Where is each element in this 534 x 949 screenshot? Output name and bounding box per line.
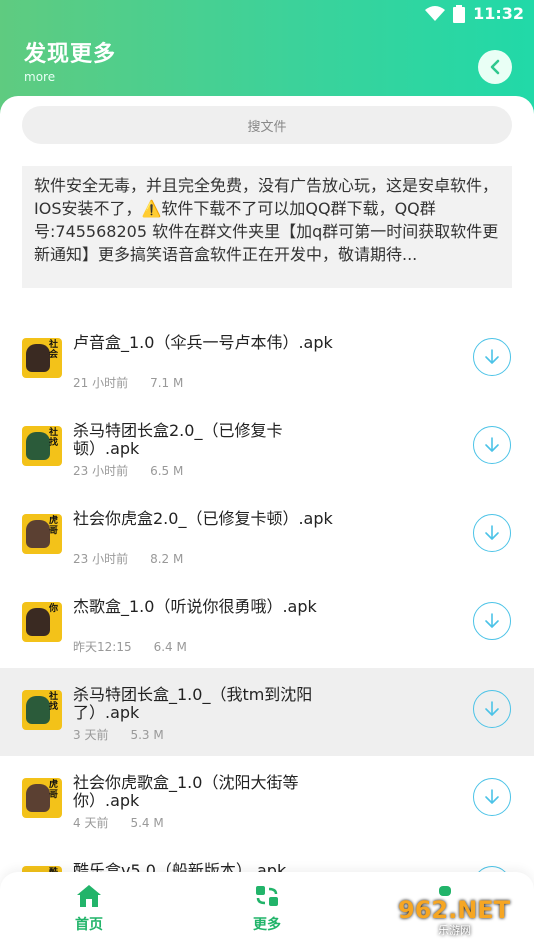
file-name: 社会你虎歌盒_1.0（沈阳大街等你）.apk: [73, 773, 299, 810]
file-time: 23 小时前: [73, 552, 129, 566]
refresh-icon: [256, 886, 278, 906]
status-bar: 11:32: [0, 0, 534, 28]
page-subtitle: more: [24, 70, 56, 84]
content-panel: 搜文件 软件安全无毒，并且完全免费，没有广告放心玩，这是安卓软件，IOS安装不了…: [0, 96, 534, 949]
file-meta: 23 小时前 6.5 M: [73, 462, 183, 479]
home-icon: [77, 885, 101, 907]
search-input[interactable]: 搜文件: [22, 106, 512, 144]
download-icon: [485, 701, 499, 716]
download-button[interactable]: [473, 778, 511, 816]
tab-more-label: 更多: [253, 917, 281, 933]
app-thumbnail: 社会: [22, 338, 62, 378]
battery-icon: [453, 4, 466, 23]
file-meta: 3 天前 5.3 M: [73, 726, 164, 743]
file-name: 社会你虎盒2.0_（已修复卡顿）.apk: [73, 509, 333, 528]
file-time: 3 天前: [73, 728, 109, 742]
download-button[interactable]: [473, 602, 511, 640]
search-placeholder: 搜文件: [247, 119, 287, 135]
list-item[interactable]: 社找 杀马特团长盒2.0_（已修复卡顿）.apk 23 小时前 6.5 M: [0, 404, 534, 492]
page-title: 发现更多: [24, 42, 117, 67]
file-size: 6.4 M: [153, 640, 187, 654]
list-item[interactable]: 虎哥 社会你虎歌盒_1.0（沈阳大街等你）.apk 4 天前 5.4 M: [0, 756, 534, 844]
file-size: 5.3 M: [130, 728, 164, 742]
list-item[interactable]: 社找 杀马特团长盒_1.0_（我tm到沈阳了）.apk 3 天前 5.3 M: [0, 668, 534, 756]
watermark-logo: 962.NET: [398, 896, 511, 924]
watermark: 962.NET 乐游网: [398, 896, 528, 946]
app-thumbnail: 社找: [22, 690, 62, 730]
file-name: 卢音盒_1.0（伞兵一号卢本伟）.apk: [73, 333, 333, 352]
file-time: 昨天12:15: [73, 640, 132, 654]
file-size: 5.4 M: [130, 816, 164, 830]
file-list: 社会 卢音盒_1.0（伞兵一号卢本伟）.apk 21 小时前 7.1 M 社找 杀…: [0, 316, 534, 932]
file-name: 杀马特团长盒_1.0_（我tm到沈阳了）.apk: [73, 685, 313, 722]
download-icon: [485, 789, 499, 804]
app-thumbnail: 你: [22, 602, 62, 642]
download-icon: [485, 349, 499, 364]
back-button[interactable]: [478, 50, 512, 84]
app-thumbnail: 社找: [22, 426, 62, 466]
file-size: 8.2 M: [150, 552, 184, 566]
download-button[interactable]: [473, 338, 511, 376]
file-time: 21 小时前: [73, 376, 129, 390]
file-meta: 21 小时前 7.1 M: [73, 374, 183, 391]
file-time: 23 小时前: [73, 464, 129, 478]
app-thumbnail: 虎哥: [22, 778, 62, 818]
file-size: 6.5 M: [150, 464, 184, 478]
file-time: 4 天前: [73, 816, 109, 830]
download-button[interactable]: [473, 690, 511, 728]
download-icon: [485, 613, 499, 628]
status-time: 11:32: [473, 4, 524, 23]
notice-text: 软件安全无毒，并且完全免费，没有广告放心玩，这是安卓软件，IOS安装不了，⚠️软…: [22, 166, 512, 288]
download-icon: [485, 525, 499, 540]
tab-more[interactable]: 更多: [232, 884, 302, 934]
chevron-left-icon: [490, 59, 500, 75]
file-meta: 4 天前 5.4 M: [73, 814, 164, 831]
wifi-icon: [425, 5, 446, 21]
file-meta: 23 小时前 8.2 M: [73, 550, 183, 567]
list-item[interactable]: 你 杰歌盒_1.0（听说你很勇哦）.apk 昨天12:15 6.4 M: [0, 580, 534, 668]
download-button[interactable]: [473, 426, 511, 464]
app-thumbnail: 虎哥: [22, 514, 62, 554]
tab-home[interactable]: 首页: [54, 884, 124, 934]
watermark-text: 乐游网: [438, 924, 471, 937]
file-size: 7.1 M: [150, 376, 184, 390]
list-item[interactable]: 社会 卢音盒_1.0（伞兵一号卢本伟）.apk 21 小时前 7.1 M: [0, 316, 534, 404]
download-icon: [485, 437, 499, 452]
file-name: 杰歌盒_1.0（听说你很勇哦）.apk: [73, 597, 317, 616]
list-item[interactable]: 虎哥 社会你虎盒2.0_（已修复卡顿）.apk 23 小时前 8.2 M: [0, 492, 534, 580]
file-name: 杀马特团长盒2.0_（已修复卡顿）.apk: [73, 421, 283, 458]
download-button[interactable]: [473, 514, 511, 552]
file-meta: 昨天12:15 6.4 M: [73, 638, 187, 655]
tab-home-label: 首页: [75, 917, 103, 933]
